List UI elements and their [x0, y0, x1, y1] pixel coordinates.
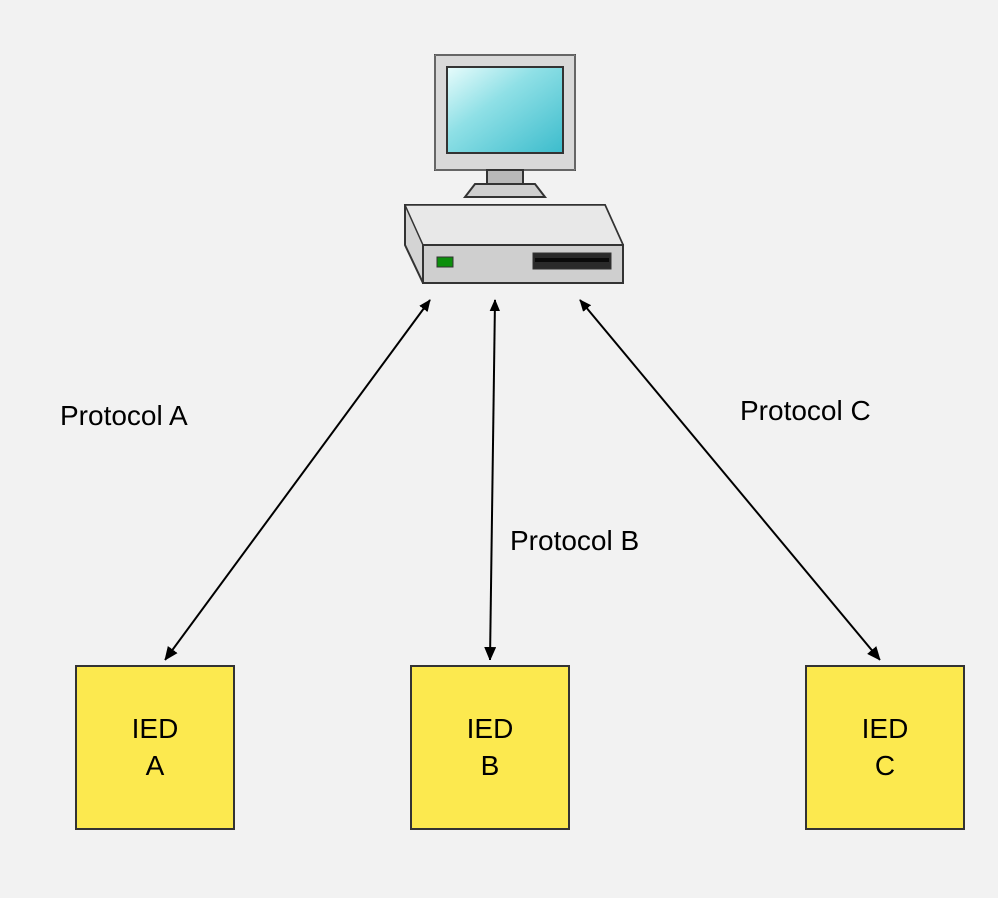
ied-b-label-line2: B	[481, 748, 500, 784]
ied-a-label-line2: A	[146, 748, 165, 784]
protocol-a-label: Protocol A	[60, 400, 188, 432]
ied-a-box: IED A	[75, 665, 235, 830]
protocol-b-label: Protocol B	[510, 525, 639, 557]
computer-icon	[375, 35, 635, 300]
arrow-a	[165, 300, 430, 660]
protocol-c-label: Protocol C	[740, 395, 871, 427]
protocol-diagram: Protocol A Protocol B Protocol C IED A I…	[0, 0, 998, 898]
ied-c-box: IED C	[805, 665, 965, 830]
ied-c-label-line1: IED	[862, 711, 909, 747]
arrow-b	[490, 300, 495, 660]
ied-a-label-line1: IED	[132, 711, 179, 747]
ied-c-label-line2: C	[875, 748, 895, 784]
ied-b-label-line1: IED	[467, 711, 514, 747]
ied-b-box: IED B	[410, 665, 570, 830]
arrow-c	[580, 300, 880, 660]
